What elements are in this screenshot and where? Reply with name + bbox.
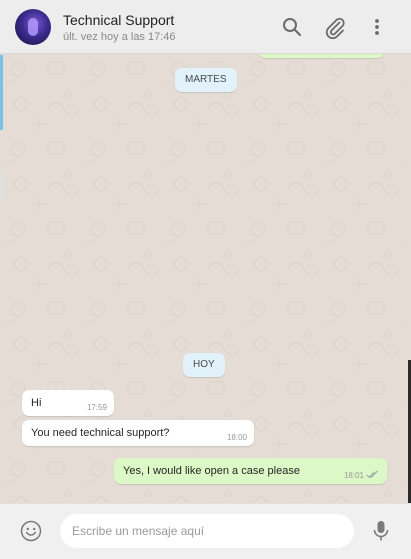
message-text: Yes, I would like open a case please xyxy=(123,465,300,477)
previous-message-bubble xyxy=(259,54,384,58)
message-text: You need technical support? xyxy=(31,427,170,439)
message-input[interactable] xyxy=(60,514,354,548)
message-list[interactable]: MARTES HOY Hi 17:59 You need technical s… xyxy=(3,54,408,503)
chat-header[interactable]: Technical Support últ. vez hoy a las 17:… xyxy=(0,0,411,54)
microphone-icon[interactable] xyxy=(371,520,391,542)
contact-last-seen: últ. vez hoy a las 17:46 xyxy=(63,31,176,43)
search-icon[interactable] xyxy=(280,15,304,39)
message-time: 18:01 xyxy=(343,471,364,480)
date-separator-martes: MARTES xyxy=(175,68,237,92)
read-receipt-icon xyxy=(366,470,378,479)
date-separator-hoy: HOY xyxy=(183,353,225,377)
message-text: Hi xyxy=(31,397,42,409)
emoji-icon[interactable] xyxy=(20,520,42,542)
message-bubble-incoming[interactable]: Hi 17:59 xyxy=(22,390,114,416)
message-composer xyxy=(0,503,411,559)
attach-icon[interactable] xyxy=(323,15,347,39)
avatar-figure xyxy=(28,18,38,36)
message-time: 17:59 xyxy=(86,403,107,412)
contact-avatar[interactable] xyxy=(15,9,51,45)
message-bubble-incoming[interactable]: You need technical support? 18:00 xyxy=(22,420,254,446)
message-time: 18:00 xyxy=(226,433,247,442)
contact-name[interactable]: Technical Support xyxy=(63,12,174,28)
message-bubble-outgoing[interactable]: Yes, I would like open a case please 18:… xyxy=(114,458,387,484)
menu-icon[interactable] xyxy=(365,15,389,39)
